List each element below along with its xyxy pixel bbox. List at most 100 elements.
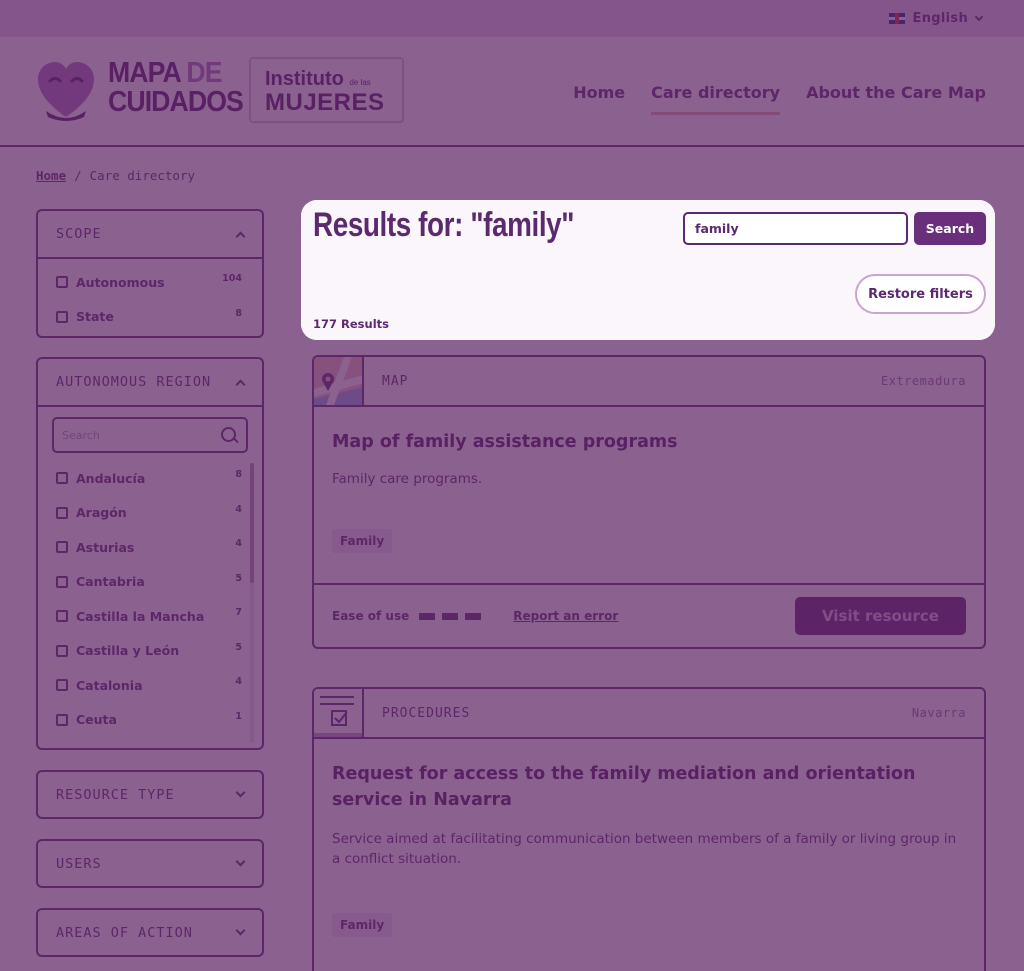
card-tag: Family — [332, 913, 393, 937]
filter-users[interactable]: USERS — [36, 839, 264, 888]
filter-option[interactable]: Andalucía 8 — [38, 461, 262, 496]
filter-option[interactable]: Aragón 4 — [38, 496, 262, 531]
filter-resource-type[interactable]: RESOURCE TYPE — [36, 770, 264, 819]
breadcrumb-separator: / — [74, 168, 82, 183]
restore-filters-button[interactable]: Restore filters — [855, 274, 986, 314]
institute-line2: MUJERES — [265, 89, 385, 116]
filter-option[interactable]: Autonomous 104 — [38, 265, 262, 300]
region-search-input[interactable] — [62, 428, 202, 442]
option-count: 8 — [235, 307, 242, 319]
results-title: Results for: "family" — [313, 206, 575, 244]
filter-option[interactable]: Ceuta 1 — [38, 703, 262, 738]
checkbox[interactable] — [56, 310, 68, 323]
filter-region: AUTONOMOUS REGION Andalucía 8 Aragón 4 Ast… — [36, 357, 264, 750]
filter-region-title: AUTONOMOUS REGION — [56, 374, 212, 390]
option-count: 8 — [235, 469, 242, 480]
filter-areas-title: AREAS OF ACTION — [56, 924, 193, 941]
checklist-icon — [314, 696, 362, 737]
search-icon[interactable] — [220, 426, 238, 444]
option-label: Cantabria — [76, 574, 145, 590]
institute-logo[interactable]: Instituto de las MUJERES — [249, 57, 404, 123]
map-thumbnail — [314, 357, 364, 405]
rating-bar — [442, 612, 459, 620]
report-error-link[interactable]: Report an error — [513, 609, 618, 623]
filter-option[interactable]: Castilla la Mancha 7 — [38, 599, 262, 634]
filter-option[interactable]: State 8 — [38, 300, 262, 335]
rating-bar — [419, 612, 436, 620]
filter-scope-header[interactable]: SCOPE — [38, 211, 262, 259]
nav-about[interactable]: About the Care Map — [806, 83, 986, 112]
resource-card: MAP Extremadura Map of family assistance… — [312, 355, 986, 649]
card-type: PROCEDURES — [382, 705, 471, 721]
ease-of-use-rating — [419, 612, 482, 620]
card-header: MAP Extremadura — [314, 357, 984, 407]
logo-line1: MAPA — [108, 57, 181, 89]
option-label: Castilla la Mancha — [76, 608, 205, 624]
option-label: Catalonia — [76, 677, 143, 693]
card-header: PROCEDURES Navarra — [314, 689, 984, 739]
main-nav: Home Care directory About the Care Map — [573, 83, 986, 115]
card-type: MAP — [382, 373, 409, 389]
option-count: 4 — [235, 503, 242, 515]
chevron-up-icon — [235, 231, 246, 241]
card-footer: Ease of use Report an error Visit resour… — [314, 583, 984, 647]
option-count: 7 — [235, 607, 242, 618]
filter-resource-type-header[interactable]: RESOURCE TYPE — [38, 772, 262, 817]
option-label: Andalucía — [76, 470, 146, 486]
nav-care-directory[interactable]: Care directory — [651, 83, 780, 115]
results-count: 177 Results — [313, 317, 389, 331]
filter-option[interactable]: Cantabria 5 — [38, 565, 262, 600]
option-label: Castilla y León — [76, 643, 180, 659]
logo-wordmark[interactable]: MAPA DE CUIDADOS — [108, 57, 244, 117]
chevron-up-icon — [235, 379, 246, 389]
option-count: 104 — [222, 273, 242, 284]
chevron-down-icon — [235, 925, 246, 936]
filter-option[interactable]: Catalonia 4 — [38, 668, 262, 703]
search-input[interactable] — [683, 212, 908, 245]
language-label: English — [912, 11, 968, 26]
option-label: Ceuta — [76, 712, 117, 728]
institute-line1: Instituto — [265, 68, 344, 90]
site-header: MAPA DE CUIDADOS Instituto de las MUJERE… — [0, 37, 1024, 147]
checkbox[interactable] — [56, 713, 68, 726]
language-selector[interactable]: English — [888, 11, 984, 26]
filter-region-header[interactable]: AUTONOMOUS REGION — [38, 359, 262, 407]
option-count: 1 — [235, 710, 242, 722]
visit-resource-button[interactable]: Visit resource — [795, 597, 966, 635]
card-description: Family care programs. — [332, 471, 483, 487]
option-count: 4 — [235, 538, 242, 549]
checkbox[interactable] — [56, 472, 68, 485]
heart-logo-icon[interactable] — [36, 59, 96, 121]
region-search-box — [52, 417, 248, 453]
checkbox[interactable] — [56, 679, 68, 692]
option-label: Aragón — [76, 505, 127, 521]
filter-option[interactable]: Castilla y León 5 — [38, 634, 262, 669]
map-pin-icon — [314, 357, 362, 405]
card-description: Service aimed at facilitating communicat… — [332, 831, 957, 867]
filter-users-header[interactable]: USERS — [38, 841, 262, 886]
breadcrumb: Home / Care directory — [36, 168, 195, 183]
filter-option[interactable]: Asturias 4 — [38, 530, 262, 565]
filter-areas[interactable]: AREAS OF ACTION — [36, 908, 264, 957]
checkbox[interactable] — [56, 610, 68, 623]
checkbox[interactable] — [56, 276, 68, 289]
rating-bar — [465, 612, 482, 620]
filter-scope: SCOPE Autonomous 104 State 8 — [36, 209, 264, 338]
checkbox[interactable] — [56, 644, 68, 657]
filter-areas-header[interactable]: AREAS OF ACTION — [38, 910, 262, 955]
card-title[interactable]: Map of family assistance programs — [332, 429, 966, 455]
card-region: Extremadura — [881, 374, 966, 388]
option-count: 5 — [235, 572, 242, 584]
search-button[interactable]: Search — [914, 212, 986, 245]
nav-home[interactable]: Home — [573, 83, 625, 112]
chevron-down-icon — [235, 787, 246, 798]
breadcrumb-home[interactable]: Home — [36, 168, 66, 183]
checkbox[interactable] — [56, 575, 68, 588]
checkbox[interactable] — [56, 541, 68, 554]
option-label: State — [76, 309, 114, 325]
filter-users-title: USERS — [56, 855, 102, 872]
card-title[interactable]: Request for access to the family mediati… — [332, 761, 966, 813]
option-count: 4 — [235, 676, 242, 687]
checkbox[interactable] — [56, 506, 68, 519]
procedures-thumbnail — [314, 689, 364, 737]
